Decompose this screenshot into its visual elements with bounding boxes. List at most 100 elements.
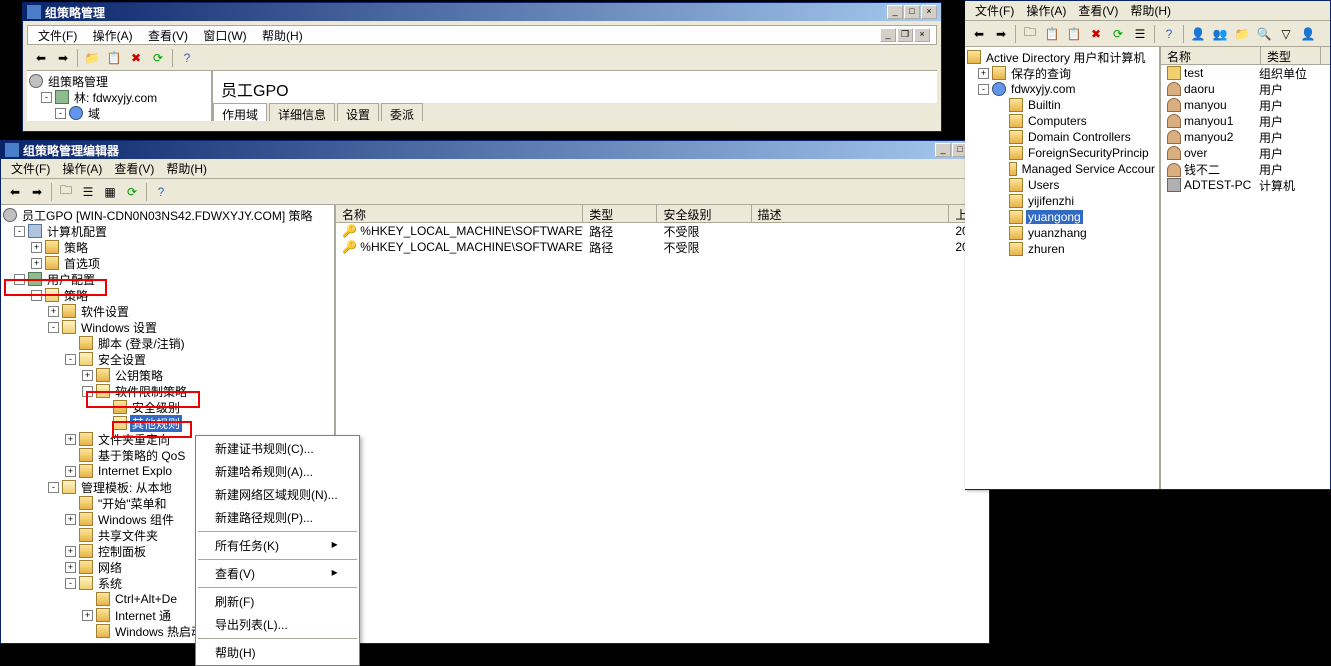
menu-window[interactable]: 窗口(W) xyxy=(197,27,252,45)
back-button[interactable]: ⬅ xyxy=(969,24,989,44)
col-name[interactable]: 名称 xyxy=(1161,47,1261,64)
expand-toggle[interactable]: + xyxy=(65,434,76,445)
list-row[interactable]: manyou2用户 xyxy=(1161,129,1330,145)
col-type[interactable]: 类型 xyxy=(1261,47,1321,64)
minimize-button[interactable]: _ xyxy=(887,5,903,19)
help-button[interactable]: ? xyxy=(151,182,171,202)
tree-other-rules[interactable]: 其他规则 xyxy=(3,415,332,431)
tree-scripts[interactable]: 脚本 (登录/注销) xyxy=(3,335,332,351)
ctx-help[interactable]: 帮助(H) xyxy=(197,641,358,664)
list-row[interactable]: daoru用户 xyxy=(1161,81,1330,97)
forward-button[interactable]: ➡ xyxy=(27,182,47,202)
menu-file[interactable]: 文件(F) xyxy=(32,27,83,45)
ctx-all-tasks[interactable]: 所有任务(K) xyxy=(197,534,358,557)
ctx-new-path-rule[interactable]: 新建路径规则(P)... xyxy=(197,506,358,529)
ad-ou-item[interactable]: yuangong xyxy=(967,209,1157,225)
ad-window[interactable]: 文件(F) 操作(A) 查看(V) 帮助(H) ⬅ ➡ 🗀 📋 📋 ✖ ⟳ ☰ … xyxy=(965,0,1331,490)
tree-root[interactable]: 员工GPO [WIN-CDN0N03NS42.FDWXYJY.COM] 策略 xyxy=(3,207,332,223)
list-row[interactable]: manyou用户 xyxy=(1161,97,1330,113)
ctx-export-list[interactable]: 导出列表(L)... xyxy=(197,613,358,636)
tab-scope[interactable]: 作用域 xyxy=(213,103,267,121)
list-row[interactable]: 🔑 %HKEY_LOCAL_MACHINE\SOFTWARE\Micro...路… xyxy=(336,223,989,239)
tree-security[interactable]: -安全设置 xyxy=(3,351,332,367)
ad-domain[interactable]: -fdwxyjy.com xyxy=(967,81,1157,97)
tab-delegation[interactable]: 委派 xyxy=(381,103,423,121)
collapse-toggle[interactable]: - xyxy=(65,354,76,365)
detail-button[interactable]: ▦ xyxy=(100,182,120,202)
list-button[interactable]: ☰ xyxy=(78,182,98,202)
gpe-titlebar[interactable]: 组策略管理编辑器 _ □ × xyxy=(1,141,989,159)
ctx-view[interactable]: 查看(V) xyxy=(197,562,358,585)
find-button[interactable]: 🔍 xyxy=(1254,24,1274,44)
expand-toggle[interactable]: + xyxy=(65,466,76,477)
gpm-window[interactable]: 组策略管理 _ □ × 文件(F) 操作(A) 查看(V) 窗口(W) 帮助(H… xyxy=(22,2,942,132)
col-desc[interactable]: 描述 xyxy=(752,205,950,222)
expand-toggle[interactable]: + xyxy=(978,68,989,79)
list-row[interactable]: 钱不二用户 xyxy=(1161,161,1330,177)
menu-action[interactable]: 操作(A) xyxy=(56,158,108,179)
cut-button[interactable]: 📋 xyxy=(1042,24,1062,44)
new-ou-button[interactable]: 📁 xyxy=(1232,24,1252,44)
ad-ou-item[interactable]: Builtin xyxy=(967,97,1157,113)
tab-details[interactable]: 详细信息 xyxy=(269,103,335,121)
ad-toolbar[interactable]: ⬅ ➡ 🗀 📋 📋 ✖ ⟳ ☰ ? 👤 👥 📁 🔍 ▽ 👤 xyxy=(965,21,1330,47)
list-row[interactable]: over用户 xyxy=(1161,145,1330,161)
ad-menubar[interactable]: 文件(F) 操作(A) 查看(V) 帮助(H) xyxy=(965,1,1330,21)
ad-saved-queries[interactable]: +保存的查询 xyxy=(967,65,1157,81)
menu-file[interactable]: 文件(F) xyxy=(969,0,1020,21)
gpm-menubar[interactable]: 文件(F) 操作(A) 查看(V) 窗口(W) 帮助(H) _ ❐ × xyxy=(27,25,937,45)
forward-button[interactable]: ➡ xyxy=(991,24,1011,44)
expand-toggle[interactable]: + xyxy=(48,306,59,317)
collapse-toggle[interactable]: - xyxy=(82,386,93,397)
tree-computer-config[interactable]: -计算机配置 xyxy=(3,223,332,239)
collapse-toggle[interactable]: - xyxy=(31,290,42,301)
ad-list-header[interactable]: 名称 类型 xyxy=(1161,47,1330,65)
collapse-toggle[interactable]: - xyxy=(14,274,25,285)
back-button[interactable]: ⬅ xyxy=(31,48,51,68)
expand-toggle[interactable]: - xyxy=(55,108,66,119)
tree-pubkey[interactable]: +公钥策略 xyxy=(3,367,332,383)
collapse-toggle[interactable]: - xyxy=(48,322,59,333)
col-type[interactable]: 类型 xyxy=(583,205,657,222)
refresh-button[interactable]: ⟳ xyxy=(122,182,142,202)
tab-settings[interactable]: 设置 xyxy=(337,103,379,121)
menu-help[interactable]: 帮助(H) xyxy=(1124,0,1177,21)
refresh-button[interactable]: ⟳ xyxy=(1108,24,1128,44)
up-button[interactable]: 📁 xyxy=(82,48,102,68)
tree-forest[interactable]: -林: fdwxyjy.com xyxy=(29,89,209,105)
ctx-new-cert-rule[interactable]: 新建证书规则(C)... xyxy=(197,437,358,460)
child-minimize[interactable]: _ xyxy=(880,28,896,42)
gpo-tabs[interactable]: 作用域 详细信息 设置 委派 xyxy=(213,103,937,121)
list-row[interactable]: ADTEST-PC计算机 xyxy=(1161,177,1330,193)
expand-toggle[interactable]: - xyxy=(41,92,52,103)
collapse-toggle[interactable]: - xyxy=(65,578,76,589)
list-header[interactable]: 名称 类型 安全级别 描述 上 xyxy=(336,205,989,223)
tree-domains[interactable]: -域 xyxy=(29,105,209,121)
gpe-toolbar[interactable]: ⬅ ➡ 🗀 ☰ ▦ ⟳ ? xyxy=(1,179,989,205)
ad-tree[interactable]: Active Directory 用户和计算机 +保存的查询 -fdwxyjy.… xyxy=(965,47,1161,489)
ad-ou-item[interactable]: Managed Service Accour xyxy=(967,161,1157,177)
col-security[interactable]: 安全级别 xyxy=(657,205,751,222)
ad-root[interactable]: Active Directory 用户和计算机 xyxy=(967,49,1157,65)
menu-help[interactable]: 帮助(H) xyxy=(160,158,213,179)
ad-list[interactable]: 名称 类型 test组织单位daoru用户manyou用户manyou1用户ma… xyxy=(1161,47,1330,489)
delete-button[interactable]: ✖ xyxy=(126,48,146,68)
ad-ou-item[interactable]: Domain Controllers xyxy=(967,129,1157,145)
ad-ou-item[interactable]: zhuren xyxy=(967,241,1157,257)
menu-help[interactable]: 帮助(H) xyxy=(256,27,309,45)
expand-toggle[interactable]: + xyxy=(31,242,42,253)
menu-view[interactable]: 查看(V) xyxy=(108,158,160,179)
tree-software-settings[interactable]: +软件设置 xyxy=(3,303,332,319)
expand-toggle[interactable]: + xyxy=(65,546,76,557)
list-button[interactable]: ☰ xyxy=(1130,24,1150,44)
close-button[interactable]: × xyxy=(921,5,937,19)
ctx-new-hash-rule[interactable]: 新建哈希规则(A)... xyxy=(197,460,358,483)
collapse-toggle[interactable]: - xyxy=(48,482,59,493)
menu-view[interactable]: 查看(V) xyxy=(1072,0,1124,21)
props-button[interactable]: 📋 xyxy=(1064,24,1084,44)
list-row[interactable]: 🔑 %HKEY_LOCAL_MACHINE\SOFTWARE\Micro...路… xyxy=(336,239,989,255)
gpe-menubar[interactable]: 文件(F) 操作(A) 查看(V) 帮助(H) xyxy=(1,159,989,179)
tree-preferences[interactable]: +首选项 xyxy=(3,255,332,271)
expand-toggle[interactable]: + xyxy=(31,258,42,269)
menu-action[interactable]: 操作(A) xyxy=(87,27,139,45)
